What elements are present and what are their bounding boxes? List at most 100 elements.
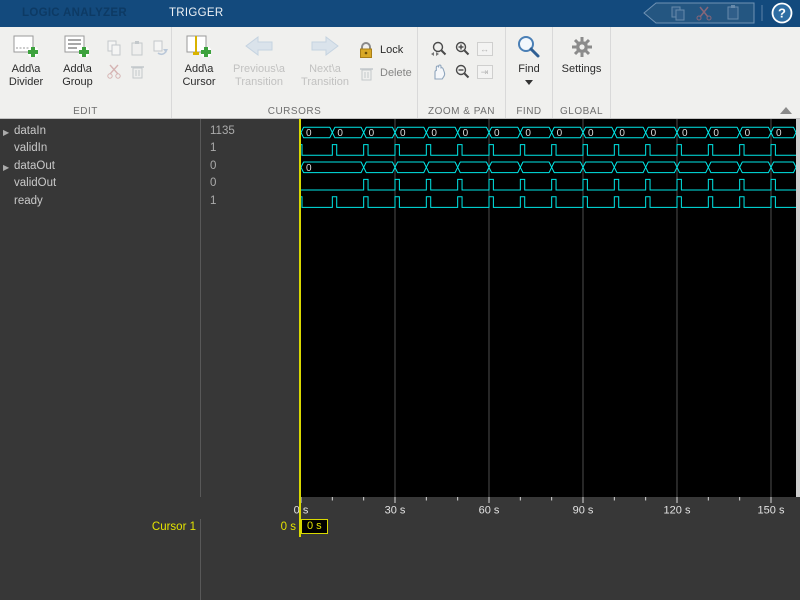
bus-value-label: 0 [306,128,312,139]
delete-cursor-button[interactable]: Delete [358,61,412,84]
zoom-out-icon [455,64,469,79]
zoom-to-cursor-button[interactable]: ⇥ [474,61,496,83]
vertical-scrollbar[interactable] [796,119,800,497]
help-button[interactable]: ? [771,2,793,24]
quick-access-toolbar: ? [643,2,793,24]
lock-icon [360,41,372,58]
bus-segment [488,161,521,174]
pulse-waveform-validIn [301,144,796,156]
signal-value: 0 [210,159,217,172]
lock-button[interactable]: Lock [358,38,412,61]
bus-segment [363,161,396,174]
bus-segment [425,161,459,174]
signal-list-panel: ▶ dataIn 1135 validIn 1 ▶ dataOut 0 validOut 0 rea… [0,119,300,497]
bus-value-label: 0 [337,128,343,139]
signal-row-validOut[interactable]: validOut 0 [0,176,300,193]
zoom-pan-grid: ↔ ⇥ [428,38,496,83]
zoom-to-cursor-icon: ⇥ [476,65,493,79]
add-group-icon [64,35,90,57]
zoom-in-x-icon [430,41,446,56]
cut-button[interactable] [103,60,125,82]
bus-value-label: 0 [525,128,531,139]
zoom-in-button[interactable] [451,38,473,60]
axis-tick-label: 0 s [294,505,309,517]
toolbar-spacer [611,27,800,118]
collapse-toolstrip-icon[interactable] [780,107,792,114]
settings-button[interactable]: Settings [562,27,601,76]
signal-row-dataOut[interactable]: ▶ dataOut 0 [0,159,300,176]
bus-segment [457,161,490,174]
section-label-cursors: CURSORS [267,106,322,117]
axis-tick-label: 150 s [758,505,785,517]
signal-value: 0 [210,177,217,190]
tab-logic-analyzer[interactable]: LOGIC ANALYZER [10,0,139,27]
expand-icon[interactable]: ▶ [3,163,9,172]
bus-segment [739,161,772,174]
cursor-1-name: Cursor 1 [151,521,196,533]
paste-icon[interactable] [727,5,739,20]
signal-name: validIn [14,142,48,155]
bus-segment [770,161,797,174]
arrow-left-icon [245,36,273,56]
fit-to-view-button[interactable]: ↔ [474,38,496,60]
add-cursor-button[interactable]: Add\a Cursor [172,27,226,89]
cursor-1-line[interactable] [299,119,301,537]
lock-delete-column: Lock Delete [358,38,412,84]
delete-signal-button[interactable] [126,60,148,82]
bus-segment [582,161,615,174]
bus-segment [551,161,584,174]
signal-row-dataIn[interactable]: ▶ dataIn 1135 [0,124,300,141]
bus-value-label: 0 [651,128,657,139]
toolstrip: Add\a Divider Add\a Group EDIT Add\a Cur… [0,27,800,119]
pan-icon [433,64,445,80]
duplicate-icon [153,40,168,56]
pulse-waveform-validOut [301,178,796,191]
bus-value-label: 0 [431,128,437,139]
add-divider-button[interactable]: Add\a Divider [0,27,52,89]
find-dropdown-caret [525,80,533,85]
duplicate-button[interactable] [149,37,171,59]
section-global: Settings GLOBAL [553,27,611,118]
tab-trigger[interactable]: TRIGGER [157,0,236,27]
bus-value-label: 0 [682,128,688,139]
gear-icon [571,37,592,57]
add-divider-icon [13,35,38,57]
fit-to-view-icon: ↔ [476,42,493,56]
section-edit: Add\a Divider Add\a Group EDIT [0,27,172,118]
zoom-in-icon [455,41,469,56]
signal-name: dataOut [14,159,55,172]
signal-row-validIn[interactable]: validIn 1 [0,141,300,158]
trash-icon [360,67,373,80]
bus-value-label: 0 [619,128,625,139]
svg-text:?: ? [778,6,786,21]
cursor-1-time: 0 s [280,521,296,533]
add-group-button[interactable]: Add\a Group [52,27,103,89]
next-transition-button[interactable]: Next\a Transition [292,27,358,89]
signal-row-ready[interactable]: ready 1 [0,194,300,211]
copy-button[interactable] [103,37,125,59]
previous-transition-button[interactable]: Previous\a Transition [226,27,292,89]
paste-button[interactable] [126,37,148,59]
add-cursor-icon [186,35,211,57]
bus-value-label: 0 [494,128,500,139]
waveform-plot-area[interactable]: 0 0 0 0 0 0 0 0 0 0 0 0 0 0 0 0 0 [300,119,797,497]
arrow-right-icon [311,36,339,56]
expand-icon[interactable]: ▶ [3,128,9,137]
bus-segment [707,161,741,174]
section-zoom-pan: ↔ ⇥ ZOOM & PAN [418,27,506,118]
section-find: Find FIND [506,27,553,118]
signal-value: 1135 [210,125,235,137]
zoom-out-button[interactable] [451,61,473,83]
section-label-zoom-pan: ZOOM & PAN [427,106,496,117]
bus-segment [645,161,678,174]
section-label-global: GLOBAL [559,106,604,117]
bus-value-label: 0 [557,128,563,139]
pan-button[interactable] [428,61,450,83]
cursor-1-value-box[interactable]: 0 s [301,519,328,534]
signal-name: validOut [14,177,57,190]
signal-name: ready [14,194,43,207]
find-button[interactable]: Find [516,27,542,85]
section-label-find: FIND [516,106,542,117]
zoom-in-x-button[interactable] [428,38,450,60]
bus-value-label: 0 [463,128,469,139]
